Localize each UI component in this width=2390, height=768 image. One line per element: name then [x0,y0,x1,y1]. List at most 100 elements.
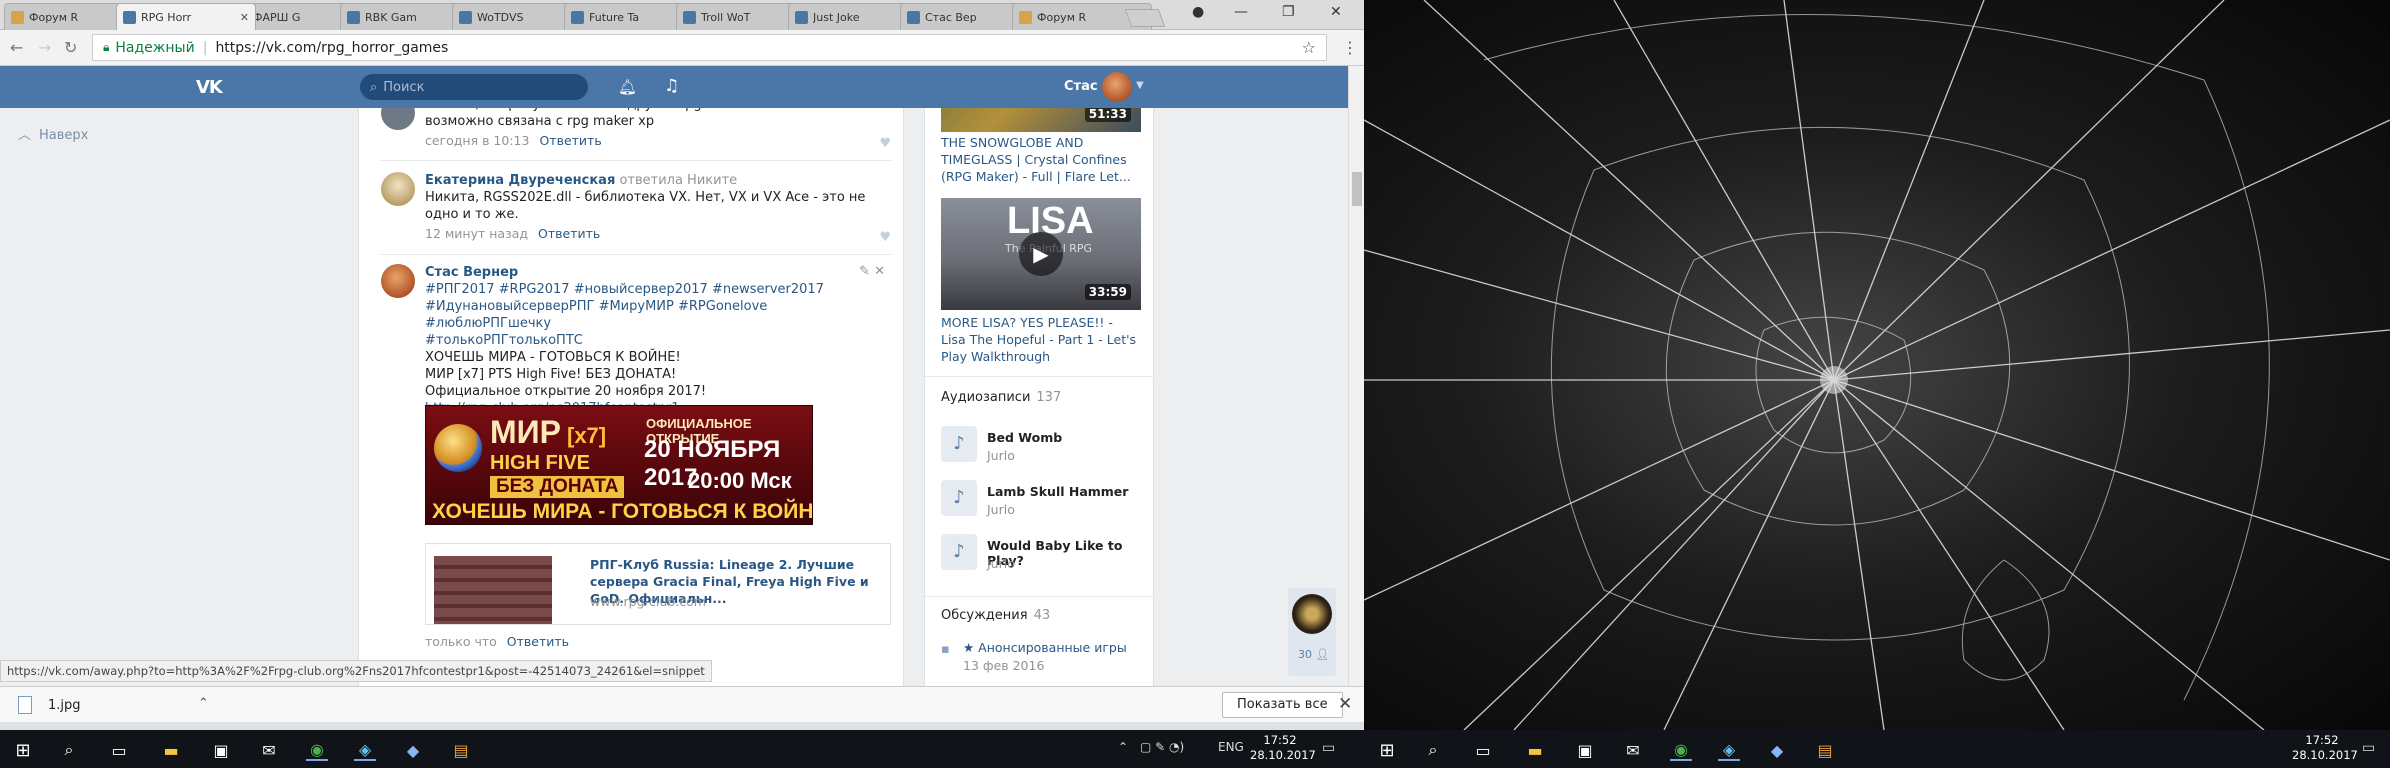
maximize-button[interactable]: ❐ [1282,4,1295,20]
steam-icon[interactable]: ◈ [354,739,376,761]
mail-icon[interactable]: ✉ [1622,739,1644,761]
avatar[interactable] [381,172,415,206]
close-icon[interactable]: ✕ [1338,694,1352,714]
show-all-button[interactable]: Показать все [1222,692,1343,718]
like-heart-icon[interactable]: ♥ [879,136,891,151]
chrome-icon[interactable]: ◉ [306,739,328,761]
back-button[interactable]: ← [10,38,23,57]
bookmark-star-icon[interactable]: ☆ [1302,38,1316,57]
video-thumbnail[interactable]: 51:33 [941,108,1141,132]
audio-section-header[interactable]: Аудиозаписи 137 [941,390,1061,405]
music-note-icon[interactable]: ♫ [664,76,679,96]
post-meta: только что Ответить [425,634,569,649]
audio-note-icon[interactable]: ♪ [941,426,977,462]
audio-artist[interactable]: Jurlo [987,448,1015,463]
close-tab-icon[interactable]: ✕ [240,11,249,24]
reply-link[interactable]: Ответить [538,226,600,241]
forward-button[interactable]: → [38,38,51,57]
tray-chevron-icon[interactable]: ⌃ [1118,740,1128,754]
search-input[interactable]: ⌕ Поиск [360,74,588,100]
steam-icon[interactable]: ◈ [1718,739,1740,761]
store-icon[interactable]: ▣ [210,739,232,761]
link-snippet[interactable]: РПГ-Клуб Russia: Lineage 2. Лучшие серве… [425,543,891,625]
post-hashtags[interactable]: #ИдунановыйсерверРПГ #МируМИР #RPGonelov… [425,298,891,332]
app-icon[interactable]: ▤ [1814,739,1836,761]
search-icon[interactable]: ⌕ [58,739,80,761]
browser-menu-icon[interactable]: ⋮ [1342,38,1358,57]
video-title[interactable]: MORE LISA? YES PLEASE!! - Lisa The Hopef… [941,314,1141,365]
banner-time: 20:00 Мск [688,468,792,493]
url-text[interactable]: https://vk.com/rpg_horror_games [215,40,448,56]
windows-start-icon[interactable]: ⊞ [12,739,34,761]
notifications-icon[interactable]: ▭ [1322,740,1335,756]
audio-note-icon[interactable]: ♪ [941,480,977,516]
address-bar[interactable]: 🔒︎ Надежный | https://vk.com/rpg_horror_… [92,34,1327,61]
user-name[interactable]: Стас [1064,79,1098,94]
language-indicator[interactable]: ENG [1218,740,1244,754]
notifications-bell-icon[interactable]: 🔔︎ [618,78,637,96]
chat-widget[interactable]: 30 👤︎ [1288,588,1336,676]
app-icon[interactable]: ◆ [1766,739,1788,761]
task-view-icon[interactable]: ▭ [108,739,130,761]
new-tab-button[interactable] [1124,9,1166,27]
avatar[interactable] [381,264,415,298]
reply-link[interactable]: Ответить [507,634,569,649]
separator: | [202,39,208,56]
minimize-button[interactable]: — [1234,4,1248,20]
store-icon[interactable]: ▣ [1574,739,1596,761]
audio-title[interactable]: Lamb Skull Hammer [987,484,1128,499]
post-hashtags[interactable]: #РПГ2017 #RPG2017 #новыйсервер2017 #news… [425,281,891,298]
reply-link[interactable]: Ответить [539,133,601,148]
back-to-top-link[interactable]: ︿ Наверх [18,124,88,143]
audio-note-icon[interactable]: ♪ [941,534,977,570]
scrollbar-thumb[interactable] [1352,172,1362,206]
file-explorer-icon[interactable]: ▬ [160,739,182,761]
notifications-icon[interactable]: ▭ [2362,740,2375,756]
post-author[interactable]: Стас Вернер [425,264,891,281]
profile-icon[interactable]: ● [1192,4,1204,20]
discussion-title[interactable]: ★ Анонсированные игры [963,640,1127,655]
video-title[interactable]: THE SNOWGLOBE AND TIMEGLASS | Crystal Co… [941,134,1141,185]
close-window-button[interactable]: ✕ [1330,4,1342,20]
tab-favicon-icon [1019,10,1032,24]
task-view-icon[interactable]: ▭ [1472,739,1494,761]
post-banner-image[interactable]: МИР [x7] HIGH FIVE БЕЗ ДОНАТА ОФИЦИАЛЬНОЕ… [425,405,813,525]
edit-close-icons[interactable]: ✎ ✕ [859,264,885,279]
user-avatar[interactable] [1102,72,1132,102]
avatar[interactable] [381,108,415,130]
tray-icons[interactable]: ▢ ✎ ◔) [1140,740,1184,754]
play-icon[interactable]: ▶ [1019,232,1063,276]
discussions-section-header[interactable]: Обсуждения 43 [941,608,1050,623]
snippet-url[interactable]: www.rpg-club.com [590,594,706,609]
browser-tab[interactable]: RPG Horr ✕ [116,3,256,30]
clock[interactable]: 17:52 28.10.2017 [1250,733,1316,763]
tab-title: Форум R [29,10,79,24]
clock[interactable]: 17:52 28.10.2017 [2292,733,2358,763]
windows-start-icon[interactable]: ⊞ [1376,739,1398,761]
chrome-icon[interactable]: ◉ [1670,739,1692,761]
like-heart-icon[interactable]: ♥ [879,230,891,245]
clock-date: 28.10.2017 [1250,748,1316,762]
tab-title: Just Joke [813,10,860,24]
vk-logo[interactable]: VK [196,77,223,98]
audio-title[interactable]: Bed Womb [987,430,1062,445]
audio-artist[interactable]: Jurlo [987,502,1015,517]
audio-artist[interactable]: Jurlo [987,556,1015,571]
search-icon[interactable]: ⌕ [1422,739,1444,761]
app-icon[interactable]: ▤ [450,739,472,761]
mail-icon[interactable]: ✉ [258,739,280,761]
file-explorer-icon[interactable]: ▬ [1524,739,1546,761]
chevron-down-icon[interactable]: ▼ [1136,80,1144,91]
comment-text: Никита, RGSS202E.dll - библиотека VX. Не… [425,190,866,222]
chevron-up-icon[interactable]: ⌃ [198,696,209,711]
page-scrollbar[interactable] [1348,66,1364,686]
post-hashtags[interactable]: #толькоРПГтолькоПТС [425,332,891,349]
app-icon[interactable]: ◆ [402,739,424,761]
comment-author[interactable]: Екатерина Двуреченская [425,173,615,188]
reply-target[interactable]: ответила Никите [619,173,737,188]
community-sidebar: 51:33 THE SNOWGLOBE AND TIMEGLASS | Crys… [924,108,1155,686]
video-thumbnail[interactable]: LISA The Painful RPG ▶ 33:59 [941,198,1141,310]
chat-avatar[interactable] [1292,594,1332,634]
reload-button[interactable]: ↻ [64,38,77,57]
download-filename[interactable]: 1.jpg [48,698,81,713]
